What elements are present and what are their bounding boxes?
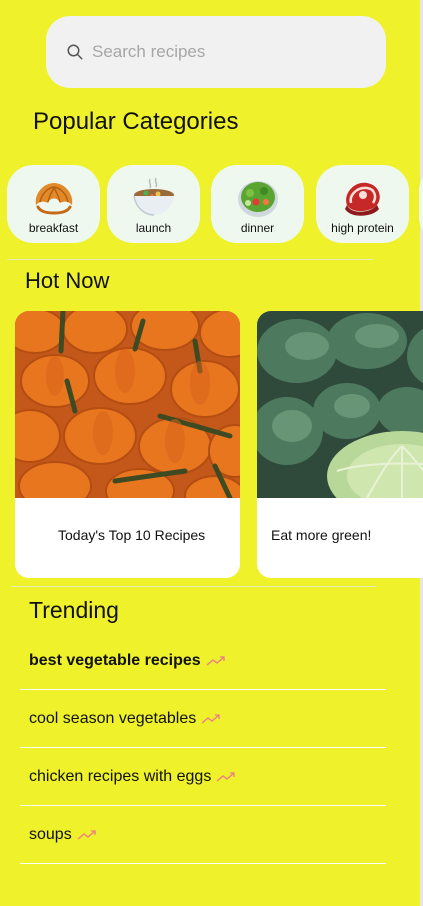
trending-label: chicken recipes with eggs xyxy=(29,767,212,785)
cabbage-image xyxy=(257,311,423,521)
trending-up-icon xyxy=(77,829,96,839)
trending-item[interactable]: soups xyxy=(20,806,386,864)
trending-label: best vegetable recipes xyxy=(29,651,201,669)
pumpkins-image xyxy=(15,311,240,517)
card-title: Eat more green! xyxy=(271,527,372,543)
trending-list: best vegetable recipes cool season veget… xyxy=(20,632,386,864)
category-breakfast[interactable]: breakfast xyxy=(7,165,100,243)
category-label: breakfast xyxy=(28,221,79,235)
hot-card-top-recipes[interactable]: Today's Top 10 Recipes xyxy=(15,311,240,578)
steak-icon xyxy=(344,182,380,216)
categories-carousel[interactable]: breakfast launch dinner high protein xyxy=(7,165,423,243)
category-label: launch xyxy=(135,221,172,235)
search-input[interactable] xyxy=(92,42,362,62)
category-label: high protein xyxy=(331,221,394,235)
trending-item[interactable]: best vegetable recipes xyxy=(20,632,386,690)
category-label: dinner xyxy=(240,221,275,235)
divider xyxy=(7,259,373,260)
trending-item[interactable]: chicken recipes with eggs xyxy=(20,748,386,806)
hot-now-carousel[interactable]: Today's Top 10 Recipes Eat more green! xyxy=(15,311,423,579)
trending-up-icon xyxy=(206,655,225,665)
category-high-protein[interactable]: high protein xyxy=(316,165,409,243)
category-launch[interactable]: launch xyxy=(107,165,200,243)
trending-label: cool season vegetables xyxy=(29,709,197,727)
search-icon xyxy=(67,44,83,60)
popular-categories-heading: Popular Categories xyxy=(33,108,239,135)
salad-icon xyxy=(237,181,278,217)
croissant-icon xyxy=(35,183,72,215)
hot-now-heading: Hot Now xyxy=(25,268,110,293)
page: Popular Categories breakfast launch xyxy=(0,0,423,906)
category-dinner[interactable]: dinner xyxy=(211,165,304,243)
trending-item[interactable]: cool season vegetables xyxy=(20,690,386,748)
trending-up-icon xyxy=(201,713,220,723)
divider xyxy=(11,586,377,587)
hot-card-eat-green[interactable]: Eat more green! xyxy=(257,311,423,578)
search-bar[interactable] xyxy=(46,16,386,88)
trending-heading: Trending xyxy=(29,597,119,623)
soup-bowl-icon xyxy=(132,177,174,216)
card-title: Today's Top 10 Recipes xyxy=(58,527,206,543)
trending-label: soups xyxy=(29,825,72,843)
trending-up-icon xyxy=(216,771,235,781)
category-more[interactable] xyxy=(419,165,423,243)
